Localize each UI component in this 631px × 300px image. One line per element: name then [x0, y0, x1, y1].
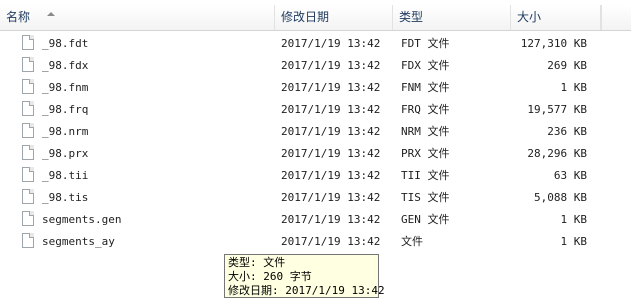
file-row[interactable]: _98.fdt 2017/1/19 13:42 FDT 文件 127,310 K… — [0, 33, 631, 55]
column-header-size-label: 大小 — [517, 10, 542, 24]
file-row[interactable]: segments.gen 2017/1/19 13:42 GEN 文件 1 KB — [0, 209, 631, 231]
file-date: 2017/1/19 13:42 — [281, 37, 381, 50]
file-row[interactable]: _98.fnm 2017/1/19 13:42 FNM 文件 1 KB — [0, 77, 631, 99]
file-size: 127,310 KB — [520, 37, 587, 50]
file-size: 1 KB — [560, 81, 588, 94]
file-icon — [22, 233, 34, 248]
column-header-type[interactable]: 类型 — [393, 5, 511, 30]
file-icon — [22, 189, 34, 204]
file-icon — [22, 35, 34, 50]
file-type: NRM 文件 — [401, 125, 450, 138]
column-header-name-label: 名称 — [6, 10, 31, 24]
file-name: segments_ay — [42, 235, 115, 248]
file-type: FDT 文件 — [401, 37, 450, 50]
file-icon — [22, 79, 34, 94]
file-type: FNM 文件 — [401, 81, 450, 94]
column-header-name[interactable]: 名称 — [0, 5, 275, 30]
column-header-type-label: 类型 — [399, 10, 424, 24]
file-name: _98.fdx — [42, 59, 89, 72]
file-name: _98.tis — [42, 191, 89, 204]
file-icon — [22, 167, 34, 182]
file-size: 1 KB — [560, 235, 588, 248]
file-info-tooltip: 类型: 文件 大小: 260 字节 修改日期: 2017/1/19 13:42 — [224, 254, 385, 298]
file-size: 19,577 KB — [527, 103, 587, 116]
tooltip-type: 类型: 文件 — [228, 256, 286, 269]
file-date: 2017/1/19 13:42 — [281, 191, 381, 204]
file-date: 2017/1/19 13:42 — [281, 169, 381, 182]
file-icon — [22, 145, 34, 160]
file-type: TIS 文件 — [401, 191, 450, 204]
file-row[interactable]: _98.prx 2017/1/19 13:42 PRX 文件 28,296 KB — [0, 143, 631, 165]
tooltip-size: 大小: 260 字节 — [228, 270, 312, 283]
file-row[interactable]: segments_ay 2017/1/19 13:42 文件 1 KB — [0, 231, 631, 253]
file-icon — [22, 101, 34, 116]
file-type: 文件 — [401, 235, 423, 248]
file-row[interactable]: _98.tis 2017/1/19 13:42 TIS 文件 5,088 KB — [0, 187, 631, 209]
file-size: 5,088 KB — [534, 191, 587, 204]
file-date: 2017/1/19 13:42 — [281, 103, 381, 116]
file-size: 269 KB — [547, 59, 587, 72]
file-row[interactable]: _98.tii 2017/1/19 13:42 TII 文件 63 KB — [0, 165, 631, 187]
file-date: 2017/1/19 13:42 — [281, 147, 381, 160]
file-row[interactable]: _98.fdx 2017/1/19 13:42 FDX 文件 269 KB — [0, 55, 631, 77]
file-name: _98.nrm — [42, 125, 89, 138]
file-name: _98.frq — [42, 103, 89, 116]
column-header-date[interactable]: 修改日期 — [275, 5, 393, 30]
file-name: segments.gen — [42, 213, 122, 226]
file-size: 63 KB — [553, 169, 587, 182]
file-size: 28,296 KB — [527, 147, 587, 160]
file-icon — [22, 57, 34, 72]
file-row[interactable]: _98.nrm 2017/1/19 13:42 NRM 文件 236 KB — [0, 121, 631, 143]
file-date: 2017/1/19 13:42 — [281, 59, 381, 72]
file-name: _98.fnm — [42, 81, 89, 94]
column-header-date-label: 修改日期 — [281, 10, 330, 24]
file-type: FDX 文件 — [401, 59, 450, 72]
file-name: _98.prx — [42, 147, 89, 160]
column-header-bar: 名称 修改日期 类型 大小 — [0, 5, 631, 31]
file-size: 236 KB — [547, 125, 587, 138]
file-type: GEN 文件 — [401, 213, 450, 226]
file-icon — [22, 211, 34, 226]
file-type: FRQ 文件 — [401, 103, 450, 116]
file-date: 2017/1/19 13:42 — [281, 235, 381, 248]
file-date: 2017/1/19 13:42 — [281, 125, 381, 138]
file-date: 2017/1/19 13:42 — [281, 81, 381, 94]
file-name: _98.fdt — [42, 37, 89, 50]
tooltip-modified: 修改日期: 2017/1/19 13:42 — [228, 284, 385, 297]
file-row[interactable]: _98.frq 2017/1/19 13:42 FRQ 文件 19,577 KB — [0, 99, 631, 121]
file-icon — [22, 123, 34, 138]
file-name: _98.tii — [42, 169, 89, 182]
file-size: 1 KB — [560, 213, 588, 226]
sort-ascending-icon — [47, 12, 55, 16]
file-type: TII 文件 — [401, 169, 450, 182]
column-header-size[interactable]: 大小 — [511, 5, 601, 30]
column-header-overflow — [601, 5, 631, 30]
file-date: 2017/1/19 13:42 — [281, 213, 381, 226]
file-type: PRX 文件 — [401, 147, 450, 160]
